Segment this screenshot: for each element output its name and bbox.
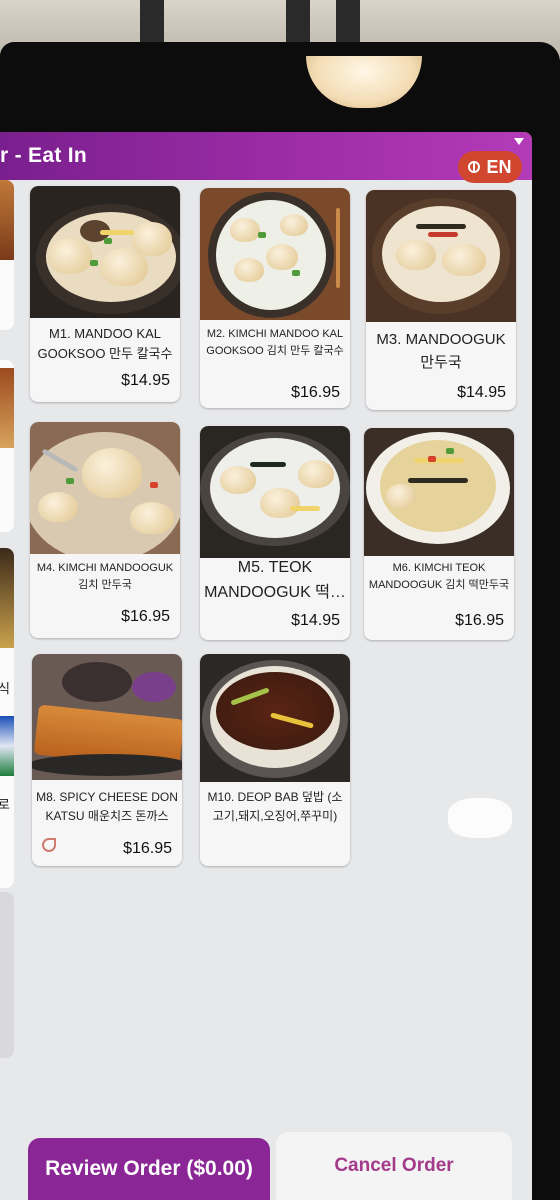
item-price: $14.95 (291, 612, 340, 629)
item-photo (200, 188, 350, 320)
top-bar: r - Eat In EN (0, 132, 532, 183)
kiosk-screen: r - Eat In EN 식 로 M1. MANDOO KAL GOOKSOO… (0, 132, 532, 1200)
item-price: $14.95 (121, 372, 170, 389)
globe-icon (468, 161, 481, 173)
item-name: M5. TEOK MANDOOGUK 떡… (204, 559, 346, 601)
drink-thumbnail (0, 716, 14, 776)
category-sidebar: 식 로 (0, 180, 16, 1200)
wall-post (286, 0, 310, 48)
menu-item-card[interactable]: M3. MANDOOGUK 만두국 $14.95 (366, 190, 516, 410)
item-price: $16.95 (123, 840, 172, 857)
category-tab[interactable] (0, 360, 14, 532)
item-name: M3. MANDOOGUK 만두국 (376, 331, 506, 372)
screen-glare (448, 798, 512, 838)
item-photo (200, 426, 350, 558)
menu-item-card[interactable]: M1. MANDOO KAL GOOKSOO 만두 칼국수 $14.95 (30, 186, 180, 402)
menu-item-card[interactable]: M4. KIMCHI MANDOOGUK 김치 만두국 $16.95 (30, 422, 180, 638)
item-price: $14.95 (457, 384, 506, 401)
menu-item-card[interactable]: M10. DEOP BAB 덮밥 (소고기,돼지,오징어,쭈꾸미) (200, 654, 350, 866)
wall-post (336, 0, 360, 48)
menu-item-card[interactable]: M5. TEOK MANDOOGUK 떡… $14.95 (200, 426, 350, 640)
item-name: M2. KIMCHI MANDOO KAL GOOKSOO 김치 만두 칼국수 (206, 328, 344, 358)
page-title: r - Eat In (0, 144, 88, 167)
item-photo (30, 186, 180, 318)
menu-item-card[interactable]: M8. SPICY CHEESE DON KATSU 매운치즈 돈까스 $16.… (32, 654, 182, 866)
item-name: M6. KIMCHI TEOK MANDOOGUK 김치 떡만두국 (368, 562, 510, 592)
wifi-icon (514, 138, 524, 145)
item-photo (200, 654, 350, 782)
item-name: M10. DEOP BAB 덮밥 (소고기,돼지,오징어,쭈꾸미) (207, 790, 343, 823)
category-tab[interactable]: 식 로 (0, 548, 14, 888)
language-button[interactable]: EN (458, 151, 522, 183)
language-label: EN (486, 156, 512, 177)
menu-item-card[interactable]: M6. KIMCHI TEOK MANDOOGUK 김치 떡만두국 $16.95 (364, 428, 514, 640)
spicy-icon (42, 838, 56, 852)
item-name: M8. SPICY CHEESE DON KATSU 매운치즈 돈까스 (36, 790, 178, 823)
category-label: 식 (0, 681, 10, 696)
item-name: M4. KIMCHI MANDOOGUK 김치 만두국 (36, 562, 174, 592)
item-price: $16.95 (121, 608, 170, 625)
category-thumbnail (0, 368, 14, 448)
review-order-button[interactable]: Review Order ($0.00) (28, 1138, 270, 1200)
category-label: 로 (0, 797, 10, 812)
item-photo (364, 428, 514, 556)
wall-post (140, 0, 164, 48)
category-tab[interactable] (0, 180, 14, 330)
item-photo (32, 654, 182, 780)
cancel-order-button[interactable]: Cancel Order (276, 1132, 512, 1200)
item-name: M1. MANDOO KAL GOOKSOO 만두 칼국수 (37, 326, 173, 362)
category-thumbnail (0, 180, 14, 260)
item-price: $16.95 (291, 384, 340, 401)
menu-item-card[interactable]: M2. KIMCHI MANDOO KAL GOOKSOO 김치 만두 칼국수 … (200, 188, 350, 408)
item-price: $16.95 (455, 612, 504, 629)
category-tab[interactable] (0, 892, 14, 1058)
category-thumbnail (0, 548, 14, 648)
item-photo (30, 422, 180, 554)
item-photo (366, 190, 516, 322)
